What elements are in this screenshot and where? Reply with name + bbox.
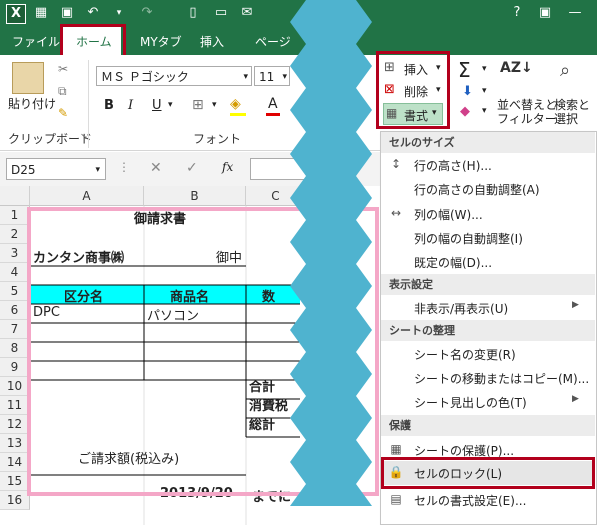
font-name-value: ＭＳ Ｐゴシック bbox=[101, 70, 189, 84]
font-color-icon[interactable]: A bbox=[268, 96, 278, 112]
font-name-select[interactable]: ＭＳ Ｐゴシック ▾ bbox=[96, 66, 252, 86]
column-header-b[interactable]: B bbox=[144, 186, 246, 206]
menu-row-height[interactable]: 行の高さ(H)... bbox=[414, 157, 492, 174]
sort-filter-icon[interactable]: AZ↓ bbox=[500, 60, 533, 76]
format-cells-icon: ▤ bbox=[390, 492, 402, 506]
row-header-1[interactable]: 1 bbox=[0, 206, 30, 225]
row-header-4[interactable]: 4 bbox=[0, 263, 30, 282]
paste-button[interactable]: 貼り付け bbox=[8, 95, 56, 112]
row-header-10[interactable]: 10 bbox=[0, 377, 30, 396]
column-width-icon: ↔ bbox=[390, 206, 402, 220]
section-protection: 保護 bbox=[381, 415, 595, 436]
menu-column-width[interactable]: 列の幅(W)... bbox=[414, 206, 483, 223]
row-header-14[interactable]: 14 bbox=[0, 453, 30, 472]
row-header-16[interactable]: 16 bbox=[0, 491, 30, 510]
select-label[interactable]: 選択 bbox=[554, 110, 578, 127]
fill-color-icon[interactable]: ◈ bbox=[230, 96, 241, 112]
open-folder-icon[interactable]: ▭ bbox=[212, 4, 230, 22]
new-file-icon[interactable]: ▯ bbox=[184, 4, 202, 22]
menu-row-autofit[interactable]: 行の高さの自動調整(A) bbox=[414, 181, 540, 198]
row-header-3[interactable]: 3 bbox=[0, 244, 30, 263]
save-icon[interactable]: ▣ bbox=[58, 4, 76, 22]
menu-rename-sheet[interactable]: シート名の変更(R) bbox=[414, 346, 516, 363]
row-header-9[interactable]: 9 bbox=[0, 358, 30, 377]
protect-sheet-icon: ▦ bbox=[390, 442, 402, 456]
autosum-icon[interactable]: Σ bbox=[458, 58, 471, 82]
minimize-icon[interactable]: — bbox=[566, 4, 584, 22]
borders-icon[interactable]: ⊞ bbox=[192, 97, 204, 113]
chevron-down-icon[interactable]: ▾ bbox=[482, 106, 487, 116]
chevron-down-icon: ▾ bbox=[243, 72, 248, 82]
menu-move-copy-sheet[interactable]: シートの移動またはコピー(M)... bbox=[414, 370, 589, 387]
clear-icon[interactable]: ◆ bbox=[460, 104, 470, 119]
section-organize-sheets: シートの整理 bbox=[381, 320, 595, 341]
cancel-icon[interactable]: ✕ bbox=[150, 160, 162, 176]
font-size-value: 11 bbox=[259, 70, 275, 84]
filter-label[interactable]: フィルター bbox=[497, 110, 557, 127]
menu-hide-unhide[interactable]: 非表示/再表示(U) bbox=[414, 300, 508, 317]
paste-icon[interactable] bbox=[12, 62, 44, 94]
ribbon-display-icon[interactable]: ▣ bbox=[536, 4, 554, 22]
chevron-down-icon[interactable]: ▾ bbox=[482, 64, 487, 74]
column-header-a[interactable]: A bbox=[30, 186, 144, 206]
section-visibility: 表示設定 bbox=[381, 274, 595, 295]
cut-icon[interactable]: ✂ bbox=[58, 62, 68, 76]
row-header-5[interactable]: 5 bbox=[0, 282, 30, 301]
row-header-12[interactable]: 12 bbox=[0, 415, 30, 434]
callout-home-tab bbox=[60, 24, 126, 58]
row-header-8[interactable]: 8 bbox=[0, 339, 30, 358]
chevron-down-icon: ▾ bbox=[95, 165, 100, 175]
callout-lock-cell bbox=[381, 457, 595, 489]
help-icon[interactable]: ? bbox=[508, 4, 526, 22]
tab-file[interactable]: ファイル bbox=[12, 33, 60, 50]
menu-default-width[interactable]: 既定の幅(D)... bbox=[414, 254, 492, 271]
chevron-down-icon[interactable]: ▾ bbox=[212, 100, 217, 110]
table-icon[interactable]: ▦ bbox=[32, 4, 50, 22]
undo-icon[interactable]: ↶ bbox=[84, 4, 102, 22]
chevron-down-icon[interactable]: ▾ bbox=[482, 86, 487, 96]
row-header-11[interactable]: 11 bbox=[0, 396, 30, 415]
underline-button[interactable]: U bbox=[152, 98, 162, 113]
binoculars-icon[interactable]: ⌕ bbox=[560, 60, 570, 81]
format-painter-icon[interactable]: ✎ bbox=[58, 106, 68, 120]
excel-logo-icon: X bbox=[6, 4, 26, 24]
row-header-2[interactable]: 2 bbox=[0, 225, 30, 244]
row-height-icon: ↕ bbox=[390, 157, 402, 171]
italic-button[interactable]: I bbox=[128, 98, 133, 113]
row-header-13[interactable]: 13 bbox=[0, 434, 30, 453]
tab-insert[interactable]: 挿入 bbox=[200, 33, 224, 50]
email-icon[interactable]: ✉ bbox=[238, 4, 256, 22]
clipboard-launcher-icon[interactable]: ↘ bbox=[80, 132, 88, 142]
row-header-15[interactable]: 15 bbox=[0, 472, 30, 491]
chevron-right-icon: ▶ bbox=[572, 300, 579, 310]
redo-icon[interactable]: ↷ bbox=[138, 4, 156, 22]
menu-tab-color[interactable]: シート見出しの色(T) bbox=[414, 394, 527, 411]
more-icon: ⋮ bbox=[118, 160, 130, 174]
bold-button[interactable]: B bbox=[104, 98, 114, 113]
select-all-corner[interactable] bbox=[0, 186, 30, 206]
section-cell-size: セルのサイズ bbox=[381, 132, 595, 153]
menu-column-autofit[interactable]: 列の幅の自動調整(I) bbox=[414, 230, 523, 247]
name-box-value: D25 bbox=[11, 163, 36, 177]
chevron-down-icon[interactable]: ▾ bbox=[168, 100, 173, 110]
row-header-7[interactable]: 7 bbox=[0, 320, 30, 339]
font-group-label: フォント bbox=[193, 132, 242, 146]
chevron-right-icon: ▶ bbox=[572, 394, 579, 404]
copy-icon[interactable]: ⧉ bbox=[58, 84, 67, 99]
name-box[interactable]: D25 ▾ bbox=[6, 158, 106, 180]
torn-divider bbox=[290, 0, 372, 506]
undo-dropdown-icon[interactable]: ▾ bbox=[110, 4, 128, 22]
menu-format-cells[interactable]: セルの書式設定(E)... bbox=[414, 492, 526, 509]
enter-icon[interactable]: ✓ bbox=[186, 160, 198, 176]
row-header-6[interactable]: 6 bbox=[0, 301, 30, 320]
fill-icon[interactable]: ⬇ bbox=[462, 84, 473, 99]
insert-function-button[interactable]: fx bbox=[222, 160, 233, 174]
tab-mytab[interactable]: MYタブ bbox=[140, 33, 182, 50]
